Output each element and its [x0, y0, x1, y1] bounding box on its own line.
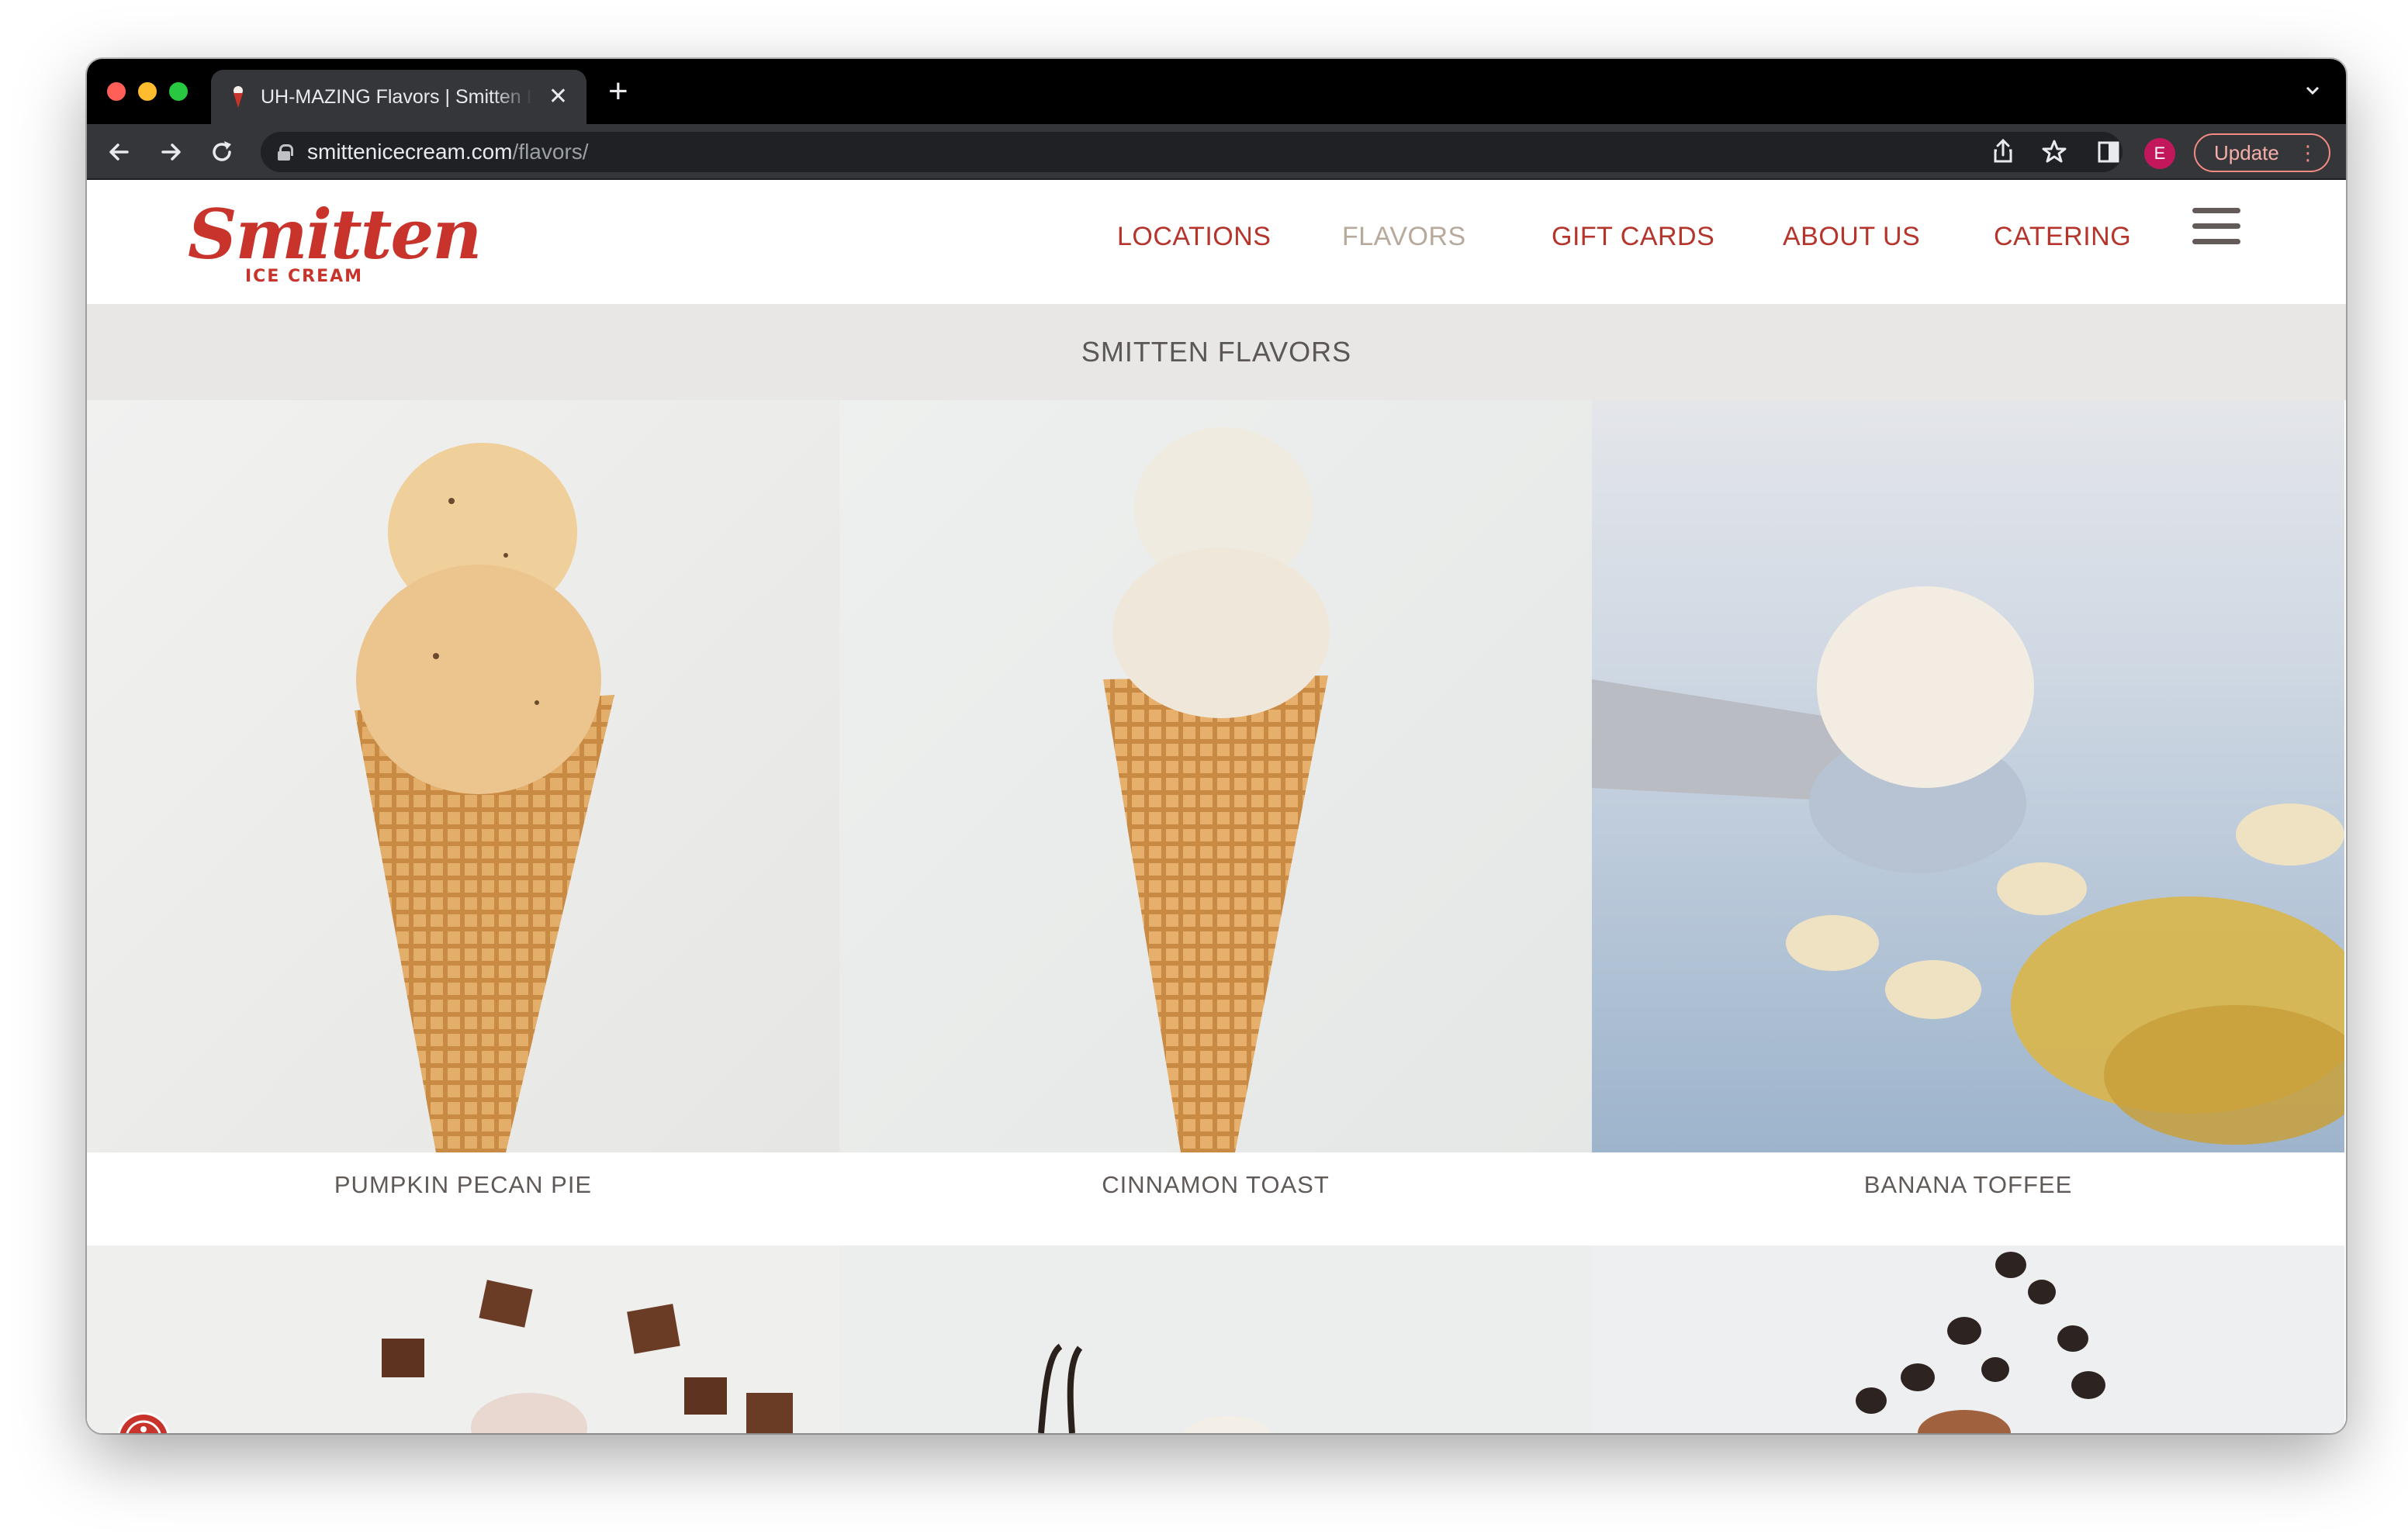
profile-avatar[interactable]: E	[2144, 138, 2175, 169]
reload-icon[interactable]	[205, 135, 239, 169]
browser-toolbar: smittenicecream.com/flavors/ E Update ⋮	[87, 124, 2346, 180]
update-button[interactable]: Update ⋮	[2194, 133, 2330, 172]
back-arrow-icon[interactable]	[102, 135, 137, 169]
banana-toffee-photo	[1592, 400, 2344, 1152]
site-header: Smitten ICE CREAM LOCATIONS FLAVORS GIFT…	[87, 181, 2346, 304]
update-label: Update	[2214, 141, 2279, 164]
cinnamon-toast-photo	[839, 400, 1592, 1152]
share-icon[interactable]	[1986, 135, 2020, 169]
nav-gift-cards[interactable]: GIFT CARDS	[1552, 217, 1714, 256]
side-panel-icon[interactable]	[2091, 135, 2126, 169]
new-tab-button[interactable]: +	[608, 74, 628, 109]
flavor-name: CINNAMON TOAST	[1102, 1171, 1330, 1198]
logo-script: Smitten	[188, 194, 482, 275]
zoom-window-button[interactable]	[169, 82, 188, 101]
flavor-photo-partial[interactable]	[1592, 1246, 2344, 1433]
url-host: smittenicecream.com	[307, 140, 513, 164]
nav-locations[interactable]: LOCATIONS	[1117, 217, 1271, 256]
nav-catering[interactable]: CATERING	[1994, 217, 2131, 256]
smitten-logo[interactable]: Smitten ICE CREAM	[185, 195, 482, 295]
page-title-band: SMITTEN FLAVORS	[87, 304, 2346, 400]
tab-close-icon[interactable]: ✕	[548, 85, 568, 109]
flavor-photo-partial[interactable]	[839, 1246, 1592, 1433]
browser-window: UH-MAZING Flavors | Smitten Ice Cream ✕ …	[87, 59, 2346, 1433]
hamburger-menu-icon[interactable]	[2192, 208, 2240, 245]
flavor-name: PUMPKIN PECAN PIE	[334, 1171, 593, 1198]
flavor-name: BANANA TOFFEE	[1863, 1171, 2073, 1198]
page-title: SMITTEN FLAVORS	[1081, 336, 1352, 368]
cone-favicon-icon	[234, 86, 243, 108]
flavor-card[interactable]: PUMPKIN PECAN PIE	[87, 400, 839, 1246]
pumpkin-pecan-pie-photo	[87, 400, 839, 1152]
more-menu-icon: ⋮	[2298, 141, 2318, 164]
address-bar[interactable]: smittenicecream.com/flavors/	[261, 132, 2123, 172]
web-page: Smitten ICE CREAM LOCATIONS FLAVORS GIFT…	[87, 181, 2346, 1433]
active-tab[interactable]: UH-MAZING Flavors | Smitten Ice Cream ✕	[211, 70, 586, 124]
accessibility-icon[interactable]	[119, 1415, 168, 1433]
tab-strip: UH-MAZING Flavors | Smitten Ice Cream ✕ …	[87, 59, 2346, 124]
star-icon[interactable]	[2037, 135, 2071, 169]
flavor-photo-partial[interactable]	[87, 1246, 839, 1433]
tab-title: UH-MAZING Flavors | Smitten Ice Cream	[261, 85, 533, 108]
nav-flavors[interactable]: FLAVORS	[1342, 217, 1466, 256]
lock-icon[interactable]	[278, 144, 293, 161]
url-path: /flavors/	[512, 140, 589, 164]
logo-subtitle: ICE CREAM	[245, 267, 364, 286]
accessibility-figure-icon	[126, 1420, 161, 1433]
close-window-button[interactable]	[107, 82, 126, 101]
tab-search-chevron-icon[interactable]	[2302, 81, 2323, 101]
forward-arrow-icon[interactable]	[154, 135, 188, 169]
minimize-window-button[interactable]	[138, 82, 157, 101]
nav-about-us[interactable]: ABOUT US	[1783, 217, 1920, 256]
flavor-card[interactable]: CINNAMON TOAST	[839, 400, 1592, 1246]
flavor-card[interactable]: BANANA TOFFEE	[1592, 400, 2344, 1246]
